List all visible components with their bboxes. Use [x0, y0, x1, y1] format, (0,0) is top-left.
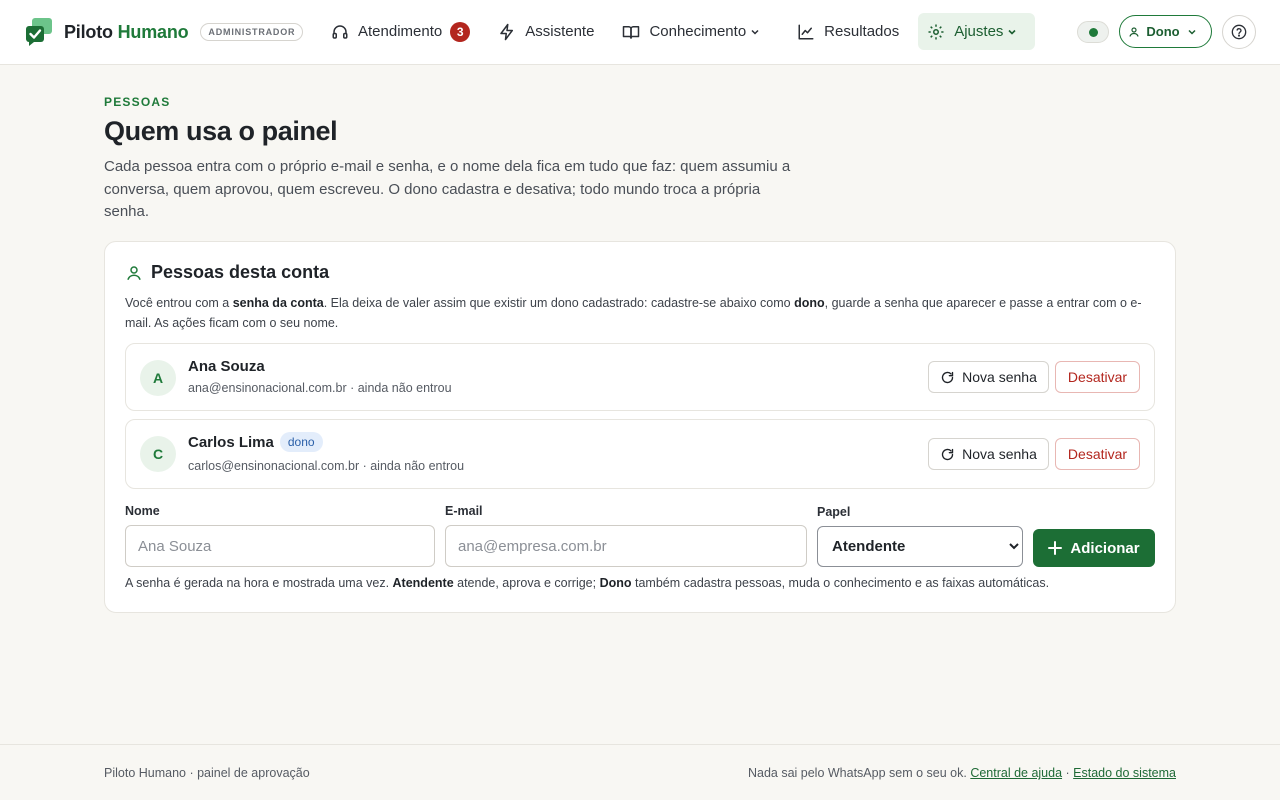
- person-name: Ana Souza: [188, 358, 265, 375]
- admin-badge: ADMINISTRADOR: [200, 23, 304, 41]
- user-role-label: Dono: [1146, 24, 1180, 39]
- refresh-icon: [942, 448, 954, 460]
- form-hint: A senha é gerada na hora e mostrada uma …: [125, 576, 1050, 590]
- owner-role-tag: dono: [279, 432, 323, 452]
- footer-tagline: Piloto Humano · painel de aprovação: [104, 766, 310, 780]
- button-label: Adicionar: [1070, 539, 1140, 557]
- lightning-icon: [500, 23, 514, 40]
- deactivate-button[interactable]: Desativar: [1055, 361, 1140, 393]
- chevron-down-icon: [751, 29, 759, 35]
- card-note: Você entrou com a senha da conta. Ela de…: [125, 296, 1142, 330]
- deactivate-button[interactable]: Desativar: [1055, 438, 1140, 470]
- card-title-text: Pessoas desta conta: [151, 262, 330, 282]
- person-name: Carlos Lima dono: [188, 432, 323, 452]
- headset-icon: [332, 24, 348, 39]
- footer: Piloto Humano · painel de aprovação Nada…: [0, 744, 1280, 800]
- people-card: Pessoas desta conta Você entrou com a se…: [104, 241, 1176, 613]
- chat-check-logo-icon: [26, 18, 52, 46]
- name-input[interactable]: [125, 525, 435, 567]
- nav-label: Assistente: [525, 23, 595, 40]
- add-person-button[interactable]: Adicionar: [1033, 529, 1155, 567]
- nav-item-ajustes[interactable]: Ajustes: [918, 13, 1036, 50]
- system-status-link[interactable]: Estado do sistema: [1073, 766, 1176, 780]
- nav-label: Resultados: [824, 23, 900, 40]
- new-password-button[interactable]: Nova senha: [928, 361, 1049, 393]
- email-input[interactable]: [445, 525, 807, 567]
- role-field-label: Papel: [817, 505, 851, 519]
- nav-label: Ajustes: [954, 23, 1004, 40]
- nav-item-atendimento[interactable]: Atendimento 3: [322, 13, 479, 50]
- person-meta: carlos@ensinonacional.com.br · ainda não…: [188, 459, 465, 473]
- help-circle-icon: [1231, 24, 1247, 40]
- role-select[interactable]: Atendente: [817, 526, 1023, 567]
- refresh-icon: [942, 371, 954, 383]
- gear-icon: [928, 24, 944, 39]
- person-row: C Carlos Lima dono carlos@ensinonacional…: [125, 419, 1155, 489]
- footer-links: Nada sai pelo WhatsApp sem o seu ok. Cen…: [747, 766, 1176, 780]
- line-chart-icon: [798, 24, 814, 39]
- help-button[interactable]: [1222, 15, 1256, 49]
- user-icon: [1129, 26, 1139, 37]
- brand[interactable]: Piloto Humano ADMINISTRADOR: [26, 18, 304, 46]
- user-menu-button[interactable]: Dono: [1119, 15, 1212, 48]
- unread-count-badge: 3: [450, 21, 471, 42]
- nav-label: Conhecimento: [649, 23, 747, 40]
- avatar: C: [140, 436, 176, 472]
- nav-item-assistente[interactable]: Assistente: [489, 13, 603, 50]
- user-icon: [127, 265, 141, 280]
- avatar: A: [140, 360, 176, 396]
- main-nav: Atendimento 3 Assistente Conhecimento Re…: [322, 13, 1045, 50]
- chevron-down-icon: [1008, 29, 1016, 35]
- page-description: Cada pessoa entra com o próprio e-mail e…: [104, 158, 791, 220]
- help-center-link[interactable]: Central de ajuda: [970, 766, 1062, 780]
- online-status-toggle[interactable]: [1077, 21, 1109, 43]
- email-field-label: E-mail: [445, 504, 483, 518]
- card-title: Pessoas desta conta: [125, 262, 329, 283]
- brand-name: Piloto Humano: [64, 21, 189, 42]
- button-label: Nova senha: [962, 369, 1037, 385]
- name-field-label: Nome: [125, 504, 160, 518]
- nav-item-conhecimento[interactable]: Conhecimento: [613, 13, 778, 50]
- plus-icon: [1048, 541, 1063, 555]
- person-meta: ana@ensinonacional.com.br · ainda não en…: [188, 381, 452, 395]
- section-eyebrow: PESSOAS: [104, 95, 171, 109]
- page-title: Quem usa o painel: [104, 116, 338, 146]
- button-label: Nova senha: [962, 446, 1037, 462]
- book-icon: [623, 25, 640, 39]
- person-row: A Ana Souza ana@ensinonacional.com.br · …: [125, 343, 1155, 411]
- nav-item-resultados[interactable]: Resultados: [788, 13, 908, 50]
- status-dot-icon: [1089, 28, 1098, 37]
- chevron-down-icon: [1188, 29, 1196, 35]
- new-password-button[interactable]: Nova senha: [928, 438, 1049, 470]
- nav-label: Atendimento: [358, 23, 443, 40]
- top-bar: Piloto Humano ADMINISTRADOR Atendimento …: [0, 0, 1280, 65]
